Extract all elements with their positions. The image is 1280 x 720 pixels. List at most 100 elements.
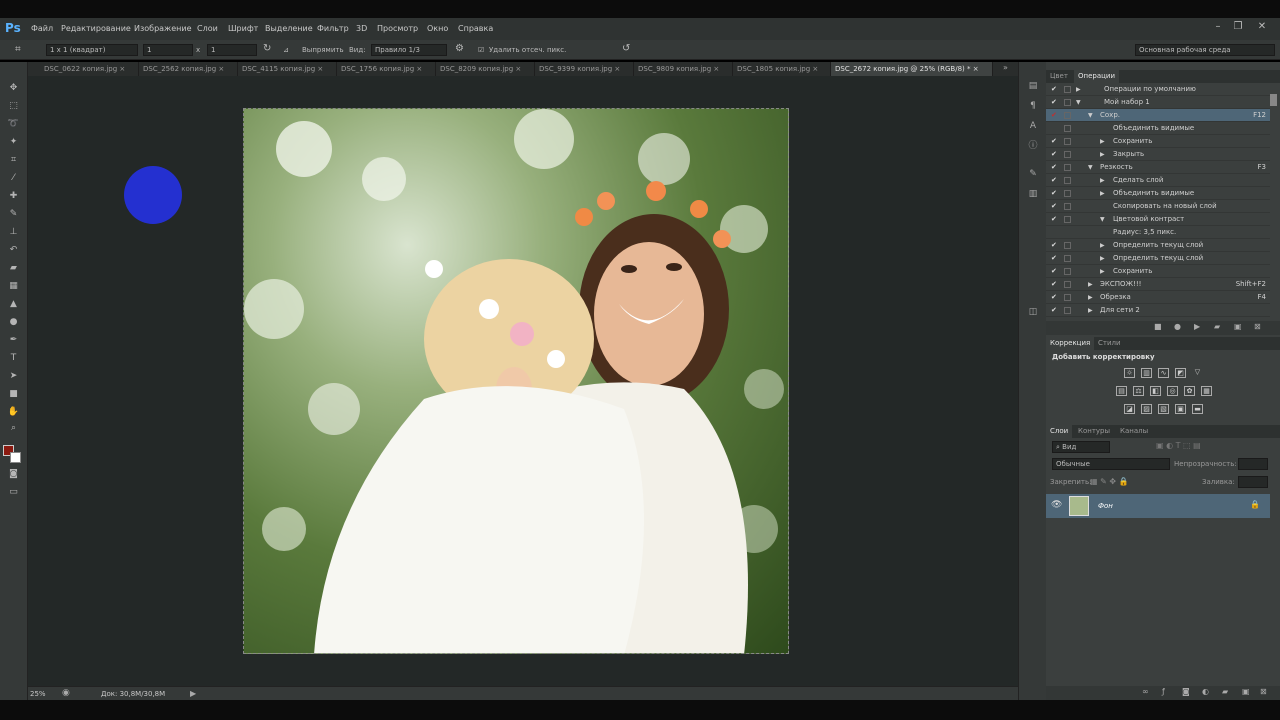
channel-mixer-icon[interactable]: ✿ xyxy=(1184,386,1195,396)
action-step[interactable]: ✔ ▶ Определить текущ слой xyxy=(1046,252,1270,265)
history-panel-icon[interactable]: ▤ xyxy=(1027,80,1039,92)
menu-3d[interactable]: 3D xyxy=(356,24,367,33)
menu-filter[interactable]: Фильтр xyxy=(317,24,349,33)
overlay-select[interactable]: Правило 1/3 xyxy=(371,44,447,56)
eye-icon[interactable]: 👁 xyxy=(1051,500,1062,510)
dialog-toggle[interactable] xyxy=(1064,125,1071,132)
expand-icon[interactable]: ▶ xyxy=(1100,265,1105,278)
straighten-icon[interactable]: ⊿ xyxy=(283,46,289,54)
gradient-map-icon[interactable]: ▬ xyxy=(1192,404,1203,414)
color-lookup-icon[interactable]: ▦ xyxy=(1201,386,1212,396)
action-step[interactable]: ✔ ▶ Определить текущ слой xyxy=(1046,239,1270,252)
check-icon[interactable]: ✔ xyxy=(1051,252,1059,265)
menu-layers[interactable]: Слои xyxy=(197,24,218,33)
brush-panel-icon[interactable]: ▥ xyxy=(1027,188,1039,200)
rotate-icon[interactable]: ↻ xyxy=(263,43,271,54)
add-mask-icon[interactable]: ◙ xyxy=(1182,687,1190,696)
dialog-toggle[interactable] xyxy=(1064,268,1071,275)
layer-name[interactable]: Фон xyxy=(1098,502,1113,510)
share-icon[interactable]: ◉ xyxy=(62,688,70,698)
stop-icon[interactable]: ■ xyxy=(1154,322,1162,331)
menu-window[interactable]: Окно xyxy=(427,24,448,33)
marquee-tool-icon[interactable]: ⬚ xyxy=(7,100,20,113)
dialog-toggle[interactable] xyxy=(1064,138,1071,145)
ratio-select[interactable]: 1 x 1 (квадрат) xyxy=(46,44,138,56)
check-icon[interactable]: ✔ xyxy=(1051,239,1059,252)
play-icon[interactable]: ▶ xyxy=(1194,322,1200,331)
action-step[interactable]: ✔ Скопировать на новый слой xyxy=(1046,200,1270,213)
tab-paths[interactable]: Контуры xyxy=(1074,425,1114,438)
blur-tool-icon[interactable]: ▲ xyxy=(7,298,20,311)
dialog-toggle[interactable] xyxy=(1064,203,1071,210)
brush-tool-icon[interactable]: ✎ xyxy=(7,208,20,221)
dialog-toggle[interactable] xyxy=(1064,281,1071,288)
action-step[interactable]: ✔ ▼ Цветовой контраст xyxy=(1046,213,1270,226)
collapse-icon[interactable]: ▼ xyxy=(1076,96,1081,109)
collapse-icon[interactable]: ▼ xyxy=(1088,161,1093,174)
actions-scrollbar[interactable] xyxy=(1270,94,1277,106)
vibrance-icon[interactable]: ▽ xyxy=(1192,368,1203,378)
tab-doc-6[interactable]: DSC_9399 копия.jpg × xyxy=(535,62,634,76)
height-input[interactable]: 1 xyxy=(207,44,257,56)
check-icon[interactable]: ✔ xyxy=(1051,161,1059,174)
straighten-button[interactable]: Выпрямить xyxy=(302,46,344,54)
tab-adjustments[interactable]: Коррекция xyxy=(1046,337,1095,350)
check-icon[interactable]: ✔ xyxy=(1051,187,1059,200)
menu-image[interactable]: Изображение xyxy=(134,24,192,33)
zoom-level[interactable]: 25% xyxy=(30,690,46,698)
dialog-toggle[interactable] xyxy=(1064,164,1071,171)
action-set-default[interactable]: ✔ ▶ Операции по умолчанию xyxy=(1046,83,1270,96)
check-icon[interactable]: ✔ xyxy=(1051,135,1059,148)
check-icon[interactable]: ✔ xyxy=(1051,96,1059,109)
expand-icon[interactable]: ▶ xyxy=(1100,187,1105,200)
new-layer-icon[interactable]: ▣ xyxy=(1242,687,1250,696)
stamp-tool-icon[interactable]: ⊥ xyxy=(7,226,20,239)
selective-color-icon[interactable]: ▣ xyxy=(1175,404,1186,414)
expand-icon[interactable]: ▶ xyxy=(1088,304,1093,317)
paragraph-panel-icon[interactable]: ¶ xyxy=(1027,100,1039,112)
menu-help[interactable]: Справка xyxy=(458,24,493,33)
check-icon[interactable]: ✔ xyxy=(1051,265,1059,278)
dialog-toggle[interactable] xyxy=(1064,86,1071,93)
status-menu-arrow-icon[interactable]: ▶ xyxy=(190,689,196,698)
expand-icon[interactable]: ▶ xyxy=(1088,291,1093,304)
history-brush-tool-icon[interactable]: ↶ xyxy=(7,244,20,257)
expand-icon[interactable]: ▶ xyxy=(1076,83,1081,96)
tab-doc-3[interactable]: DSC_4115 копия.jpg × xyxy=(238,62,337,76)
expand-icon[interactable]: ▶ xyxy=(1100,135,1105,148)
delete-action-icon[interactable]: ⊠ xyxy=(1254,322,1261,331)
expand-icon[interactable]: ▶ xyxy=(1100,239,1105,252)
dialog-toggle[interactable] xyxy=(1064,190,1071,197)
character-panel-icon[interactable]: A xyxy=(1027,120,1039,132)
eyedropper-tool-icon[interactable]: ⁄ xyxy=(7,172,20,185)
blend-mode-select[interactable]: Обычные xyxy=(1052,458,1170,470)
gear-icon[interactable]: ⚙ xyxy=(455,43,464,54)
brightness-icon[interactable]: ☼ xyxy=(1124,368,1135,378)
gradient-tool-icon[interactable]: ▦ xyxy=(7,280,20,293)
record-icon[interactable]: ● xyxy=(1174,322,1181,331)
eraser-tool-icon[interactable]: ▰ xyxy=(7,262,20,275)
new-set-icon[interactable]: ▰ xyxy=(1214,322,1220,331)
action-web[interactable]: ✔ ▶ Для сети 2 xyxy=(1046,304,1270,317)
properties-panel-icon[interactable]: ◫ xyxy=(1027,306,1039,318)
tab-channels[interactable]: Каналы xyxy=(1116,425,1152,438)
menu-view[interactable]: Просмотр xyxy=(377,24,418,33)
reset-icon[interactable]: ↺ xyxy=(622,43,630,54)
dialog-toggle[interactable] xyxy=(1064,99,1071,106)
new-group-icon[interactable]: ▰ xyxy=(1222,687,1228,696)
action-sharpen[interactable]: ✔ ▼ Резкость F3 xyxy=(1046,161,1270,174)
tab-doc-1[interactable]: DSC_0622 копия.jpg × xyxy=(40,62,139,76)
expand-icon[interactable]: ▶ xyxy=(1088,278,1093,291)
collapse-icon[interactable]: ▼ xyxy=(1100,213,1105,226)
workspace-select[interactable]: Основная рабочая среда xyxy=(1135,44,1275,56)
tab-styles[interactable]: Стили xyxy=(1094,337,1125,350)
layer-style-icon[interactable]: ƒ xyxy=(1162,687,1165,696)
new-action-icon[interactable]: ▣ xyxy=(1234,322,1242,331)
menu-edit[interactable]: Редактирование xyxy=(61,24,131,33)
levels-icon[interactable]: ▥ xyxy=(1141,368,1152,378)
black-white-icon[interactable]: ◧ xyxy=(1150,386,1161,396)
dodge-tool-icon[interactable]: ● xyxy=(7,316,20,329)
action-step[interactable]: ✔ ▶ Объединить видимые xyxy=(1046,187,1270,200)
posterize-icon[interactable]: ▨ xyxy=(1141,404,1152,414)
close-icon[interactable]: ✕ xyxy=(1255,21,1269,35)
